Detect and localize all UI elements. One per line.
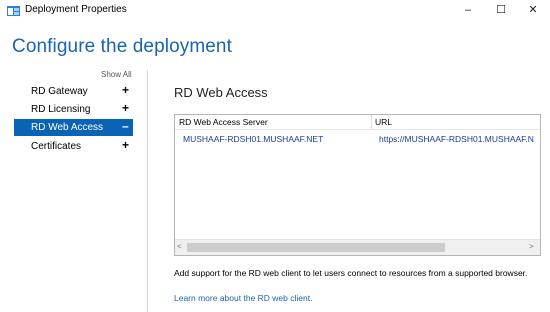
sidebar-item-label: RD Gateway [31, 86, 88, 97]
show-all-link[interactable]: Show All [101, 70, 132, 79]
minimize-button[interactable]: – [451, 0, 485, 22]
page-title: Configure the deployment [12, 36, 232, 57]
column-divider[interactable] [371, 115, 372, 129]
window-title: Deployment Properties [25, 4, 127, 15]
server-cell: MUSHAAF-RDSH01.MUSHAAF.NET [183, 134, 324, 144]
sidebar-item-rd-licensing[interactable]: RD Licensing + [14, 101, 133, 118]
table-header: RD Web Access Server URL [175, 115, 540, 130]
scroll-left-icon[interactable]: < [177, 242, 182, 251]
column-header-url[interactable]: URL [375, 117, 392, 127]
title-bar: Deployment Properties – ☐ ✕ [0, 0, 550, 22]
sidebar-item-rd-gateway[interactable]: RD Gateway + [14, 83, 133, 100]
scroll-right-icon[interactable]: > [529, 242, 534, 251]
sidebar-item-certificates[interactable]: Certificates + [14, 138, 133, 155]
expand-icon[interactable]: + [122, 83, 129, 97]
expand-icon[interactable]: + [122, 101, 129, 115]
column-header-server[interactable]: RD Web Access Server [179, 117, 268, 127]
sidebar-item-label: Certificates [31, 141, 82, 152]
section-title: RD Web Access [174, 85, 268, 100]
close-button[interactable]: ✕ [516, 0, 550, 22]
maximize-button[interactable]: ☐ [484, 0, 518, 22]
expand-icon[interactable]: + [122, 138, 129, 152]
scrollbar-thumb[interactable] [187, 243, 445, 252]
server-folder-icon [7, 6, 20, 16]
learn-more-link[interactable]: Learn more about the RD web client. [174, 293, 312, 303]
table-row[interactable]: MUSHAAF-RDSH01.MUSHAAF.NET https://MUSHA… [175, 133, 540, 146]
sidebar-divider [147, 70, 148, 312]
url-cell: https://MUSHAAF-RDSH01.MUSHAAF.N [379, 134, 534, 144]
description-text: Add support for the RD web client to let… [174, 268, 528, 278]
collapse-icon[interactable]: – [122, 119, 129, 133]
sidebar-item-label: RD Licensing [31, 104, 91, 115]
web-access-table: RD Web Access Server URL MUSHAAF-RDSH01.… [174, 114, 541, 256]
horizontal-scrollbar[interactable]: < > [175, 239, 540, 255]
sidebar-item-rd-web-access[interactable]: RD Web Access – [14, 119, 133, 136]
sidebar-item-label: RD Web Access [31, 122, 104, 133]
